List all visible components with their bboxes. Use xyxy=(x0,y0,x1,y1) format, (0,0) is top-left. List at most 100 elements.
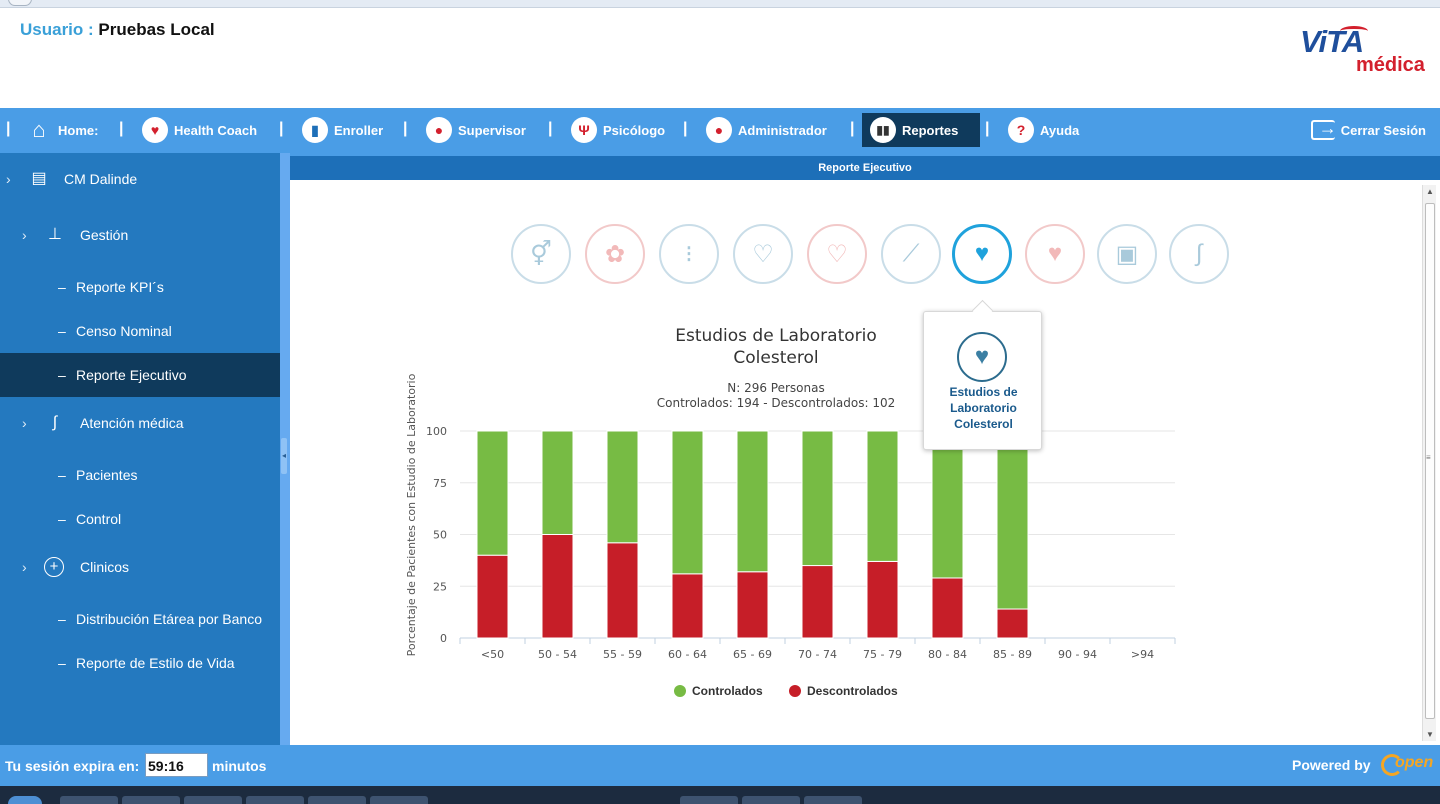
stethoscope-icon[interactable]: ∫ xyxy=(1169,224,1229,284)
person-icon: ● xyxy=(706,117,732,143)
nav-psicologo[interactable]: Ψ Psicólogo xyxy=(563,113,673,147)
minutes-label: minutos xyxy=(212,758,267,774)
bar-descontrolados[interactable] xyxy=(541,534,574,639)
y-tick-label: 75 xyxy=(433,477,447,490)
logout-label: Cerrar Sesión xyxy=(1340,122,1426,138)
logout-button[interactable]: Cerrar Sesión xyxy=(1310,113,1426,147)
sidebar-item-gestion[interactable]: › ⊥ Gestión xyxy=(0,213,280,257)
bar-controlados[interactable] xyxy=(541,430,574,535)
nav-health-coach[interactable]: ♥ Health Coach xyxy=(134,113,265,147)
bar-controlados[interactable] xyxy=(996,430,1029,610)
sidebar-item-reporte-kpis[interactable]: – Reporte KPI´s xyxy=(0,265,280,309)
bar-descontrolados[interactable] xyxy=(931,577,964,639)
chart-y-axis-label: Porcentaje de Pacientes con Estudio de L… xyxy=(405,373,418,656)
y-tick-label: 100 xyxy=(426,425,447,438)
sidebar: › ▤ CM Dalinde › ⊥ Gestión – Reporte KPI… xyxy=(0,153,280,745)
bar-controlados[interactable] xyxy=(931,430,964,579)
chart-legend: Controlados Descontrolados xyxy=(674,684,898,698)
bar-descontrolados[interactable] xyxy=(476,554,509,639)
taskbar-button[interactable] xyxy=(184,796,242,804)
sidebar-item-censo-nominal[interactable]: – Censo Nominal xyxy=(0,309,280,353)
nav-home[interactable]: ⌂ Home: xyxy=(18,113,106,147)
footer: Tu sesión expira en: 59:16 minutos Power… xyxy=(0,745,1440,786)
bar-descontrolados[interactable] xyxy=(736,571,769,639)
chart-title-2: Colesterol xyxy=(733,348,818,368)
open-logo-text: open xyxy=(1395,754,1434,771)
nav-administrador[interactable]: ● Administrador xyxy=(698,113,835,147)
nav-label: Health Coach xyxy=(174,122,258,138)
sidebar-item-atencion-medica[interactable]: › ∫ Atención médica xyxy=(0,401,280,445)
bar-controlados[interactable] xyxy=(476,430,509,556)
start-button[interactable] xyxy=(8,796,42,804)
taskbar-button[interactable] xyxy=(804,796,862,804)
scroll-down-icon[interactable]: ▼ xyxy=(1426,730,1434,739)
taskbar-button[interactable] xyxy=(246,796,304,804)
nav-ayuda[interactable]: ? Ayuda xyxy=(1000,113,1087,147)
session-expires-label: Tu sesión expira en: xyxy=(5,758,140,774)
sidebar-item-pacientes[interactable]: – Pacientes xyxy=(0,453,280,497)
chevron-right-icon: › xyxy=(22,227,27,243)
sidebar-item-control[interactable]: – Control xyxy=(0,497,280,541)
heart-pulse-icon: ♥ xyxy=(142,117,168,143)
nav-reportes[interactable]: ▮▮ Reportes xyxy=(862,113,980,147)
nav-separator: | xyxy=(279,120,284,137)
bar-controlados[interactable] xyxy=(671,430,704,575)
sidebar-item-reporte-ejecutivo[interactable]: – Reporte Ejecutivo xyxy=(0,353,280,397)
nav-separator: | xyxy=(850,120,855,137)
bar-descontrolados[interactable] xyxy=(606,542,639,639)
app-window: Usuario : Pruebas Local ViTA médica | ⌂ … xyxy=(0,0,1440,804)
x-tick-label: 90 - 94 xyxy=(1058,648,1097,661)
bar-controlados[interactable] xyxy=(736,430,769,573)
sidebar-resize-handle[interactable]: ◂ xyxy=(280,153,290,745)
artery-icon[interactable]: ⟋ xyxy=(881,224,941,284)
taskbar-button[interactable] xyxy=(122,796,180,804)
x-tick-label: 70 - 74 xyxy=(798,648,837,661)
y-tick-label: 0 xyxy=(440,632,447,645)
traffic-light-icon[interactable]: ⁝ xyxy=(659,224,719,284)
taskbar-button[interactable] xyxy=(308,796,366,804)
sidebar-label: Gestión xyxy=(80,227,129,243)
taskbar-button[interactable] xyxy=(680,796,738,804)
page-title: Reporte Ejecutivo xyxy=(290,156,1440,180)
dash: – xyxy=(58,323,66,339)
chart-grid: 0 25 50 75 100 xyxy=(426,425,1175,645)
x-tick-label: 85 - 89 xyxy=(993,648,1032,661)
sidebar-item-distribucion-etarea[interactable]: – Distribución Etárea por Banco xyxy=(0,597,280,641)
nav-enroller[interactable]: ▮ Enroller xyxy=(294,113,391,147)
book-icon: ▮ xyxy=(302,117,328,143)
heart-monitor-icon[interactable]: ♥ xyxy=(1025,224,1085,284)
x-tick-label: <50 xyxy=(481,648,504,661)
vertical-scrollbar[interactable]: ▲ ≡ ▼ xyxy=(1422,185,1436,741)
sidebar-item-cm-dalinde[interactable]: › ▤ CM Dalinde xyxy=(0,153,280,205)
bar-descontrolados[interactable] xyxy=(996,608,1029,639)
taskbar-button[interactable] xyxy=(742,796,800,804)
heart-icon[interactable]: ♥ xyxy=(952,224,1012,284)
heart-ecg-icon[interactable]: ♡ xyxy=(733,224,793,284)
bar-controlados[interactable] xyxy=(801,430,834,567)
bar-descontrolados[interactable] xyxy=(866,560,899,639)
browser-frame xyxy=(0,0,1440,8)
bar-controlados[interactable] xyxy=(866,430,899,562)
virus-icon[interactable]: ✿ xyxy=(585,224,645,284)
report-tooltip: ♥ Estudios de Laboratorio Colesterol xyxy=(923,311,1042,450)
bar-controlados[interactable] xyxy=(606,430,639,544)
nav-supervisor[interactable]: ● Supervisor xyxy=(418,113,534,147)
collapse-arrow-icon[interactable]: ◂ xyxy=(281,438,287,474)
plus-circle-icon: + xyxy=(44,557,64,577)
nav-separator: | xyxy=(403,120,408,137)
bar-descontrolados[interactable] xyxy=(801,565,834,639)
glucometer-icon[interactable]: ▣ xyxy=(1097,224,1157,284)
window-button[interactable] xyxy=(8,0,32,6)
gender-icon[interactable]: ⚥ xyxy=(511,224,571,284)
legend-label-controlados[interactable]: Controlados xyxy=(692,684,763,698)
legend-label-descontrolados[interactable]: Descontrolados xyxy=(807,684,898,698)
person-icon: ● xyxy=(426,117,452,143)
sidebar-item-clinicos[interactable]: › + Clinicos xyxy=(0,545,280,589)
heart-drop-icon[interactable]: ♡ xyxy=(807,224,867,284)
chevron-right-icon: › xyxy=(6,171,11,187)
bar-descontrolados[interactable] xyxy=(671,573,704,639)
taskbar-button[interactable] xyxy=(370,796,428,804)
taskbar-button[interactable] xyxy=(60,796,118,804)
sidebar-item-estilo-de-vida[interactable]: – Reporte de Estilo de Vida xyxy=(0,641,280,685)
scroll-up-icon[interactable]: ▲ xyxy=(1426,187,1434,196)
